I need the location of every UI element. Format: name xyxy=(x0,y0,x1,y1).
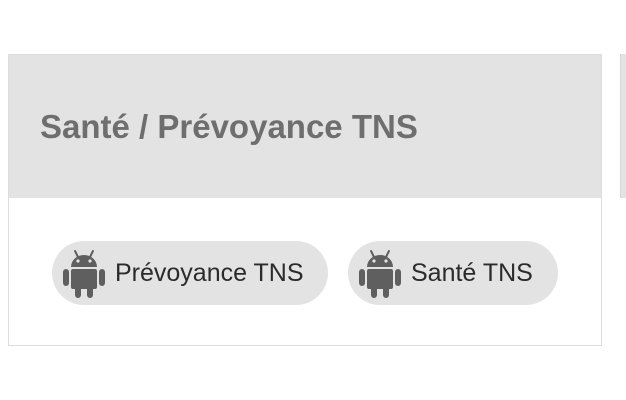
card-body: Prévoyance TNS Santé TNS xyxy=(9,198,601,346)
next-card-edge xyxy=(620,54,626,198)
android-icon xyxy=(63,250,105,298)
chip-prevoyance-tns[interactable]: Prévoyance TNS xyxy=(52,241,328,305)
chip-label: Santé TNS xyxy=(411,258,533,287)
card-title: Santé / Prévoyance TNS xyxy=(40,108,418,145)
card-header: Santé / Prévoyance TNS xyxy=(9,55,601,198)
android-icon xyxy=(359,250,401,298)
chip-label: Prévoyance TNS xyxy=(115,258,304,287)
category-card: Santé / Prévoyance TNS Prévoyance TNS Sa… xyxy=(8,54,602,346)
chip-sante-tns[interactable]: Santé TNS xyxy=(348,241,558,305)
